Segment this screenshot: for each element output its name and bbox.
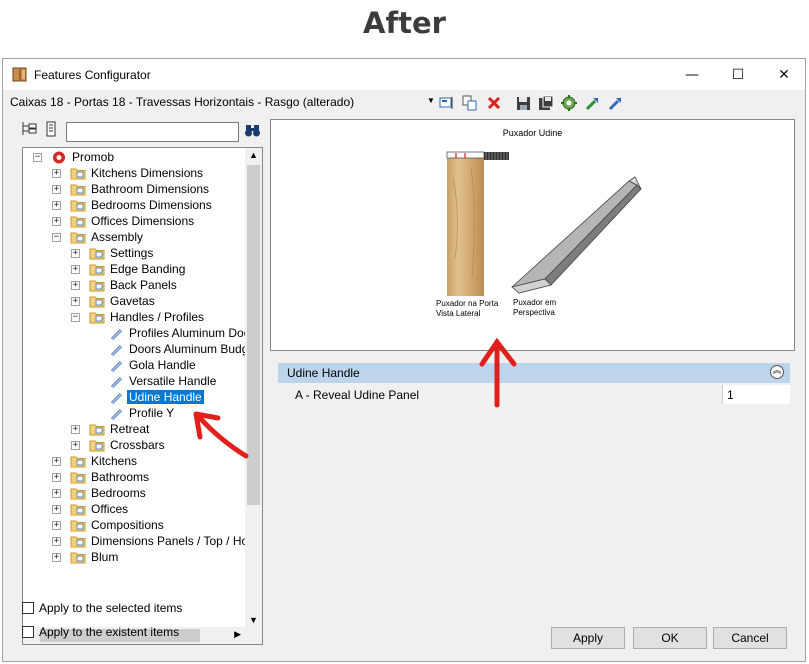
annotation-arrows <box>193 337 517 459</box>
tree-pointer-arrow <box>197 415 249 459</box>
